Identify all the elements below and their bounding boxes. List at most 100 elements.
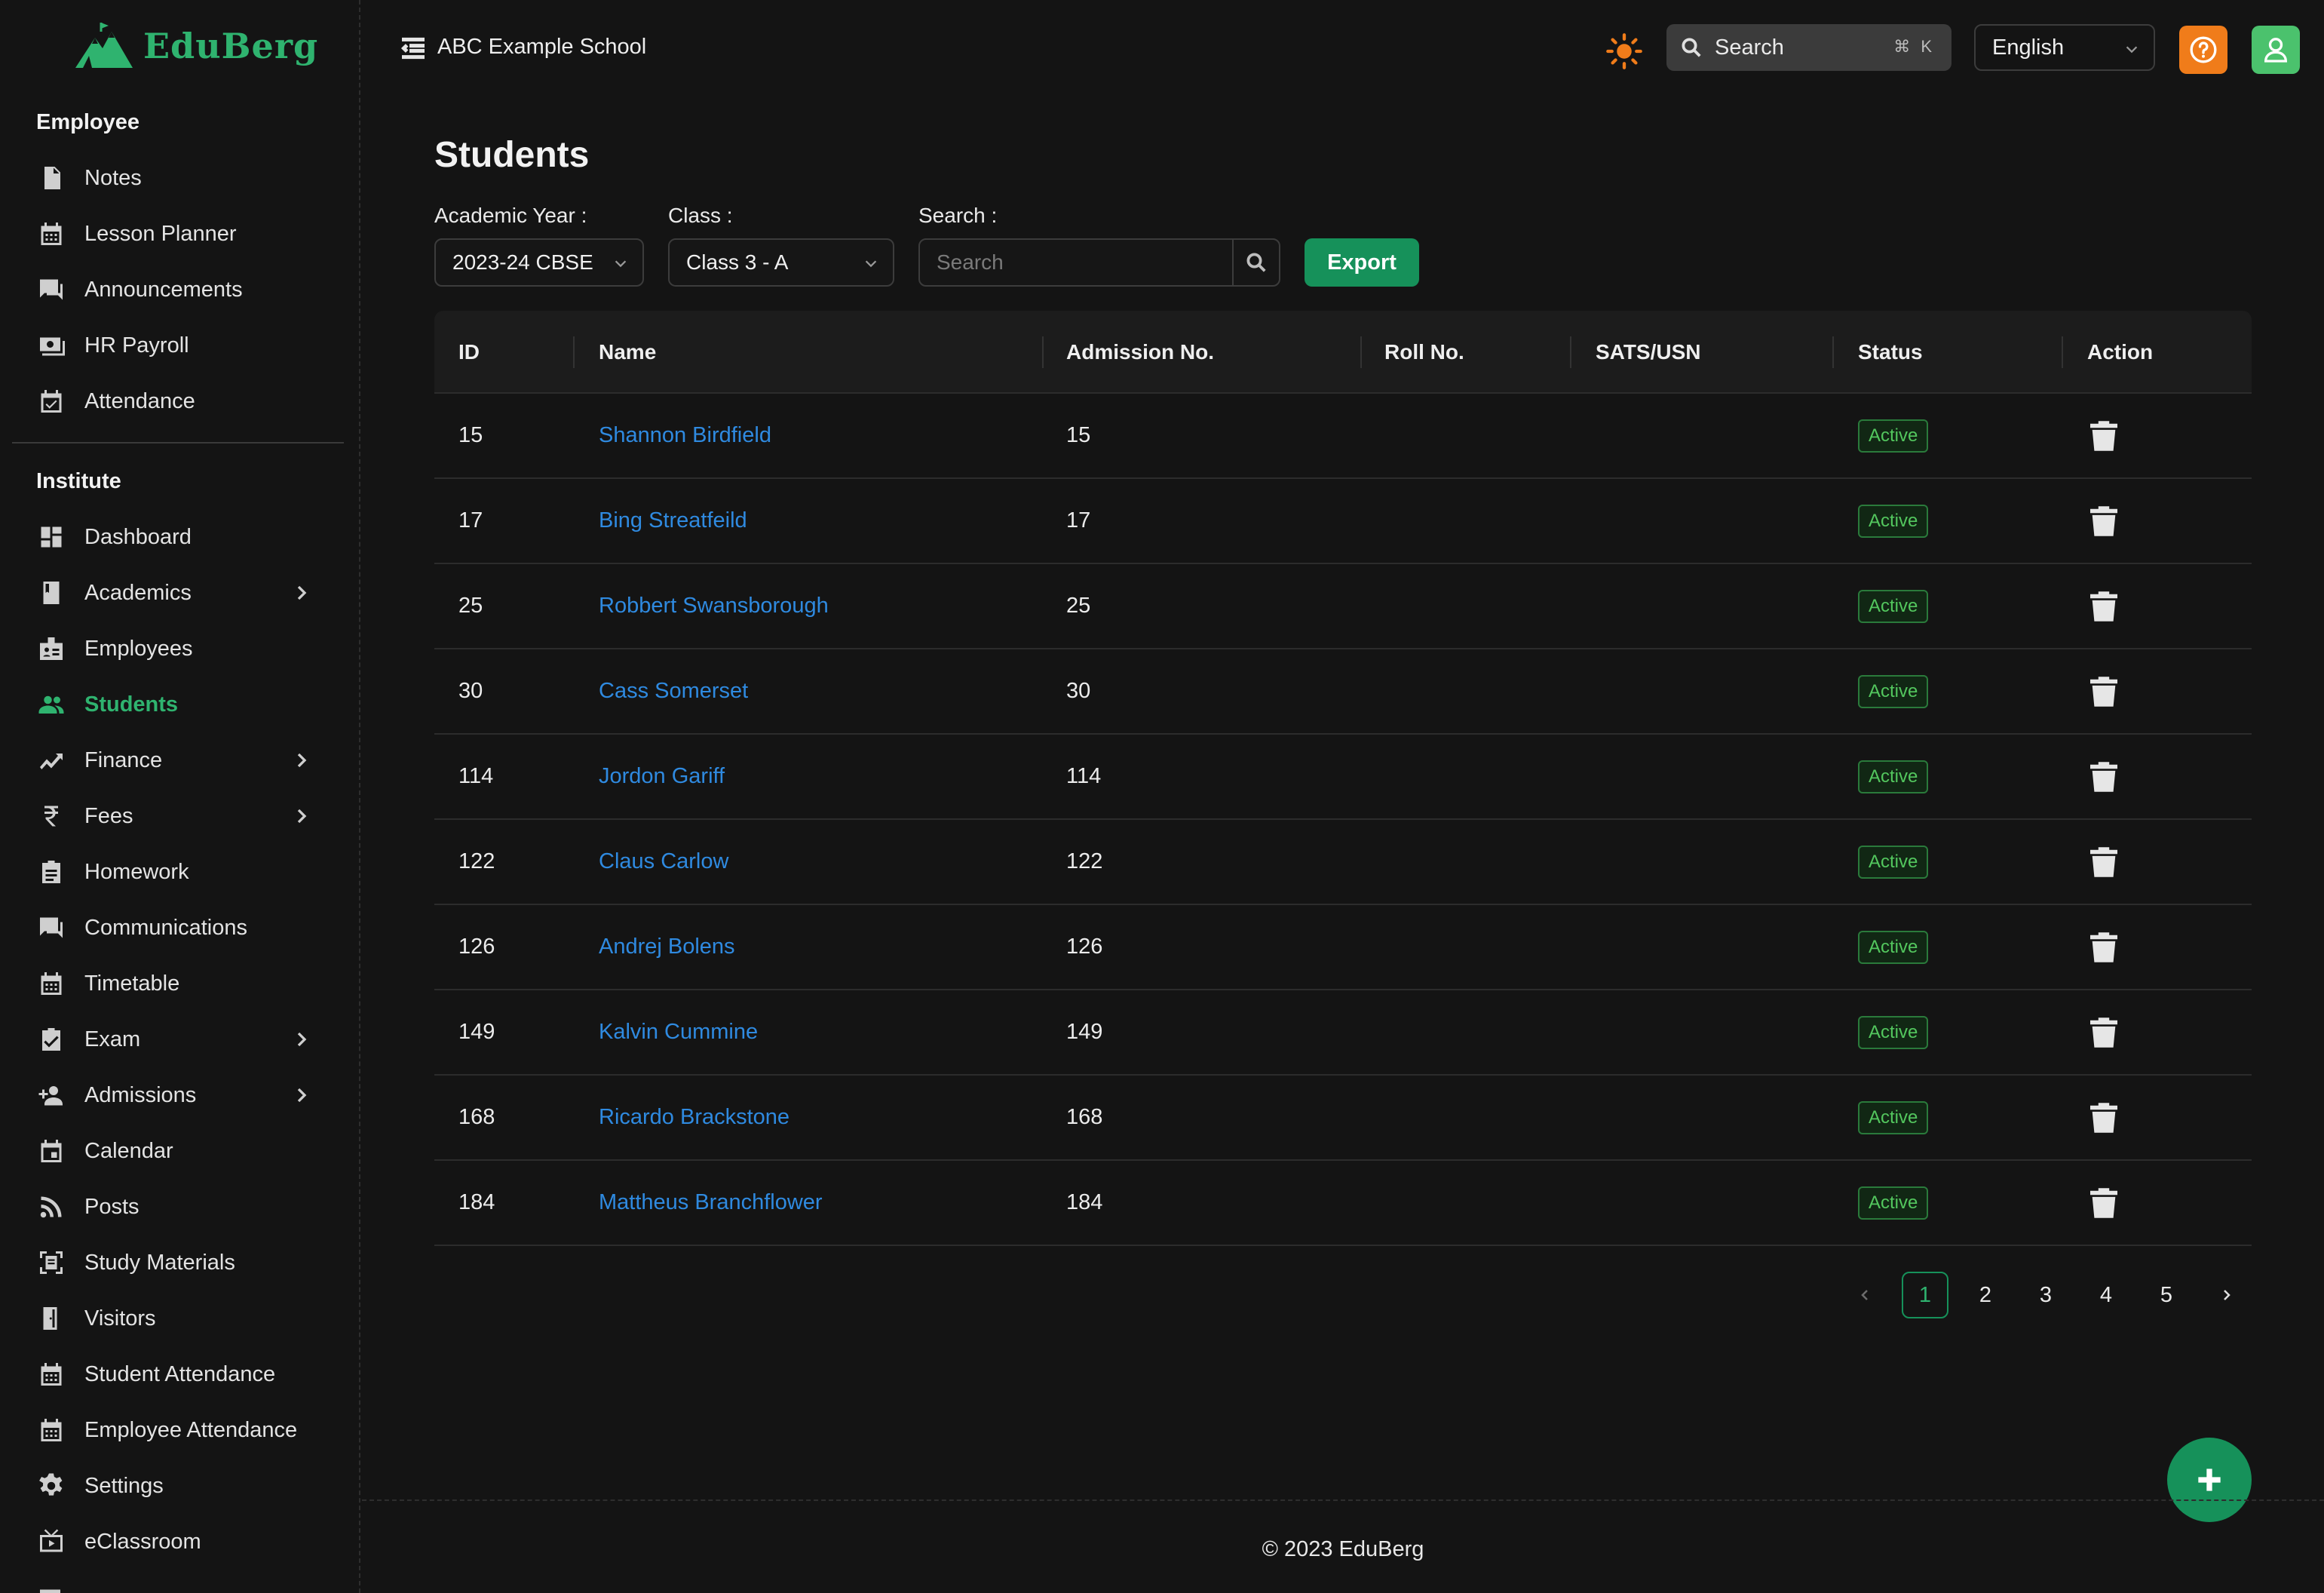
sidebar-item-homework[interactable]: Homework <box>36 849 323 895</box>
sidebar-item-employee-attendance[interactable]: Employee Attendance <box>36 1407 323 1453</box>
sidebar-item-employees[interactable]: Employees <box>36 626 323 671</box>
sidebar-item-partial[interactable] <box>36 1575 323 1593</box>
add-student-button[interactable] <box>2167 1438 2252 1522</box>
sidebar-item-label: Students <box>84 692 179 717</box>
academic-year-select[interactable]: 2023-24 CBSE <box>434 238 644 287</box>
delete-button[interactable] <box>2090 735 2117 818</box>
language-select[interactable]: English <box>1974 24 2155 71</box>
student-name-link[interactable]: Claus Carlow <box>599 820 728 904</box>
student-name-link[interactable]: Kalvin Cummine <box>599 990 758 1074</box>
school-name: ABC Example School <box>437 35 647 59</box>
sidebar-item-hr-payroll[interactable]: HR Payroll <box>36 323 323 368</box>
student-search-button[interactable] <box>1232 238 1280 287</box>
delete-button[interactable] <box>2090 1076 2117 1159</box>
delete-button[interactable] <box>2090 649 2117 733</box>
student-name-link[interactable]: Jordon Gariff <box>599 735 725 818</box>
sun-icon[interactable] <box>1605 32 1644 71</box>
tv-icon <box>36 1527 66 1557</box>
sidebar-item-admissions[interactable]: Admissions <box>36 1073 323 1118</box>
student-name-link[interactable]: Cass Somerset <box>599 649 748 733</box>
student-name-link[interactable]: Bing Streatfeild <box>599 479 747 563</box>
student-name-link[interactable]: Shannon Birdfield <box>599 394 771 477</box>
sidebar-item-exam[interactable]: Exam <box>36 1017 323 1062</box>
global-search-placeholder: Search <box>1715 35 1784 60</box>
delete-button[interactable] <box>2090 479 2117 563</box>
sidebar-item-academics[interactable]: Academics <box>36 570 323 615</box>
cell-admission-no: 126 <box>1066 935 1103 959</box>
delete-button[interactable] <box>2090 990 2117 1074</box>
student-name-link[interactable]: Andrej Bolens <box>599 905 735 989</box>
global-search[interactable]: Search ⌘ K <box>1666 24 1951 71</box>
user-avatar-button[interactable] <box>2252 26 2300 74</box>
cell-status: Active <box>1858 1076 1929 1159</box>
delete-button[interactable] <box>2090 1161 2117 1245</box>
chevron-left-icon <box>1861 1290 1868 1300</box>
sidebar-item-communications[interactable]: Communications <box>36 905 323 950</box>
chevron-down-icon <box>865 260 877 268</box>
pagination-page-1[interactable]: 1 <box>1902 1272 1948 1318</box>
sidebar-item-fees[interactable]: Fees <box>36 793 323 839</box>
sidebar-item-announcements[interactable]: Announcements <box>36 267 323 312</box>
status-badge: Active <box>1858 760 1929 793</box>
pagination-prev[interactable] <box>1841 1272 1888 1318</box>
table-row: 15 Shannon Birdfield 15 Active <box>434 394 2252 479</box>
column-header-admission-no[interactable]: Admission No. <box>1066 311 1214 394</box>
section-label-employee: Employee <box>36 110 140 134</box>
pagination-next[interactable] <box>2203 1272 2250 1318</box>
help-button[interactable] <box>2179 26 2227 74</box>
sidebar-item-student-attendance[interactable]: Student Attendance <box>36 1352 323 1397</box>
sidebar-item-finance[interactable]: Finance <box>36 738 323 783</box>
section-label-institute: Institute <box>36 469 121 493</box>
pagination-page-3[interactable]: 3 <box>2022 1272 2069 1318</box>
sidebar-item-lesson-planner[interactable]: Lesson Planner <box>36 211 323 256</box>
student-name-link[interactable]: Robbert Swansborough <box>599 564 829 648</box>
cell-status: Active <box>1858 1161 1929 1245</box>
search-label: Search : <box>918 204 998 227</box>
language-value: English <box>1992 35 2065 60</box>
sidebar-item-calendar[interactable]: Calendar <box>36 1128 323 1174</box>
column-header-roll-no[interactable]: Roll No. <box>1384 311 1464 394</box>
column-header-status[interactable]: Status <box>1858 311 1923 394</box>
sidebar-item-label: Attendance <box>84 388 195 413</box>
pagination-page-5[interactable]: 5 <box>2143 1272 2190 1318</box>
delete-button[interactable] <box>2090 564 2117 648</box>
chevron-right-icon[interactable] <box>290 581 314 605</box>
sidebar-divider <box>12 442 344 444</box>
sidebar-item-students[interactable]: Students <box>36 682 323 727</box>
brand-logo[interactable]: EduBerg <box>72 20 318 72</box>
chevron-right-icon[interactable] <box>290 748 314 772</box>
status-badge: Active <box>1858 504 1929 538</box>
trash-icon <box>2090 846 2117 877</box>
chevron-right-icon[interactable] <box>290 804 314 828</box>
sidebar-item-visitors[interactable]: Visitors <box>36 1296 323 1341</box>
delete-button[interactable] <box>2090 820 2117 904</box>
chevron-down-icon <box>2126 46 2138 54</box>
sidebar-item-dashboard[interactable]: Dashboard <box>36 514 323 560</box>
delete-button[interactable] <box>2090 905 2117 989</box>
class-select[interactable]: Class 3 - A <box>668 238 894 287</box>
cell-id: 184 <box>458 1190 495 1214</box>
pagination-page-4[interactable]: 4 <box>2083 1272 2129 1318</box>
sidebar-item-settings[interactable]: Settings <box>36 1463 323 1509</box>
chevron-right-icon[interactable] <box>290 1027 314 1051</box>
column-header-name[interactable]: Name <box>599 311 656 394</box>
student-name-link[interactable]: Ricardo Brackstone <box>599 1076 789 1159</box>
sidebar-item-timetable[interactable]: Timetable <box>36 961 323 1006</box>
pagination-page-2[interactable]: 2 <box>1962 1272 2009 1318</box>
sidebar: EduBerg Employee Notes Lesson Planner An… <box>0 0 360 1593</box>
column-separator <box>1042 336 1044 368</box>
sidebar-item-attendance[interactable]: Attendance <box>36 379 323 424</box>
sidebar-item-study-materials[interactable]: Study Materials <box>36 1240 323 1285</box>
column-header-sats-usn[interactable]: SATS/USN <box>1596 311 1701 394</box>
column-header-id[interactable]: ID <box>458 311 480 394</box>
sidebar-item-posts[interactable]: Posts <box>36 1184 323 1229</box>
student-search-input[interactable] <box>918 238 1234 287</box>
delete-button[interactable] <box>2090 394 2117 477</box>
table-row: 114 Jordon Gariff 114 Active <box>434 735 2252 820</box>
menu-collapse-icon[interactable] <box>398 33 428 63</box>
student-name-link[interactable]: Mattheus Branchflower <box>599 1161 823 1245</box>
sidebar-item-notes[interactable]: Notes <box>36 155 323 201</box>
sidebar-item-eclassroom[interactable]: eClassroom <box>36 1519 323 1564</box>
chevron-right-icon[interactable] <box>290 1083 314 1107</box>
export-button[interactable]: Export <box>1305 238 1419 287</box>
